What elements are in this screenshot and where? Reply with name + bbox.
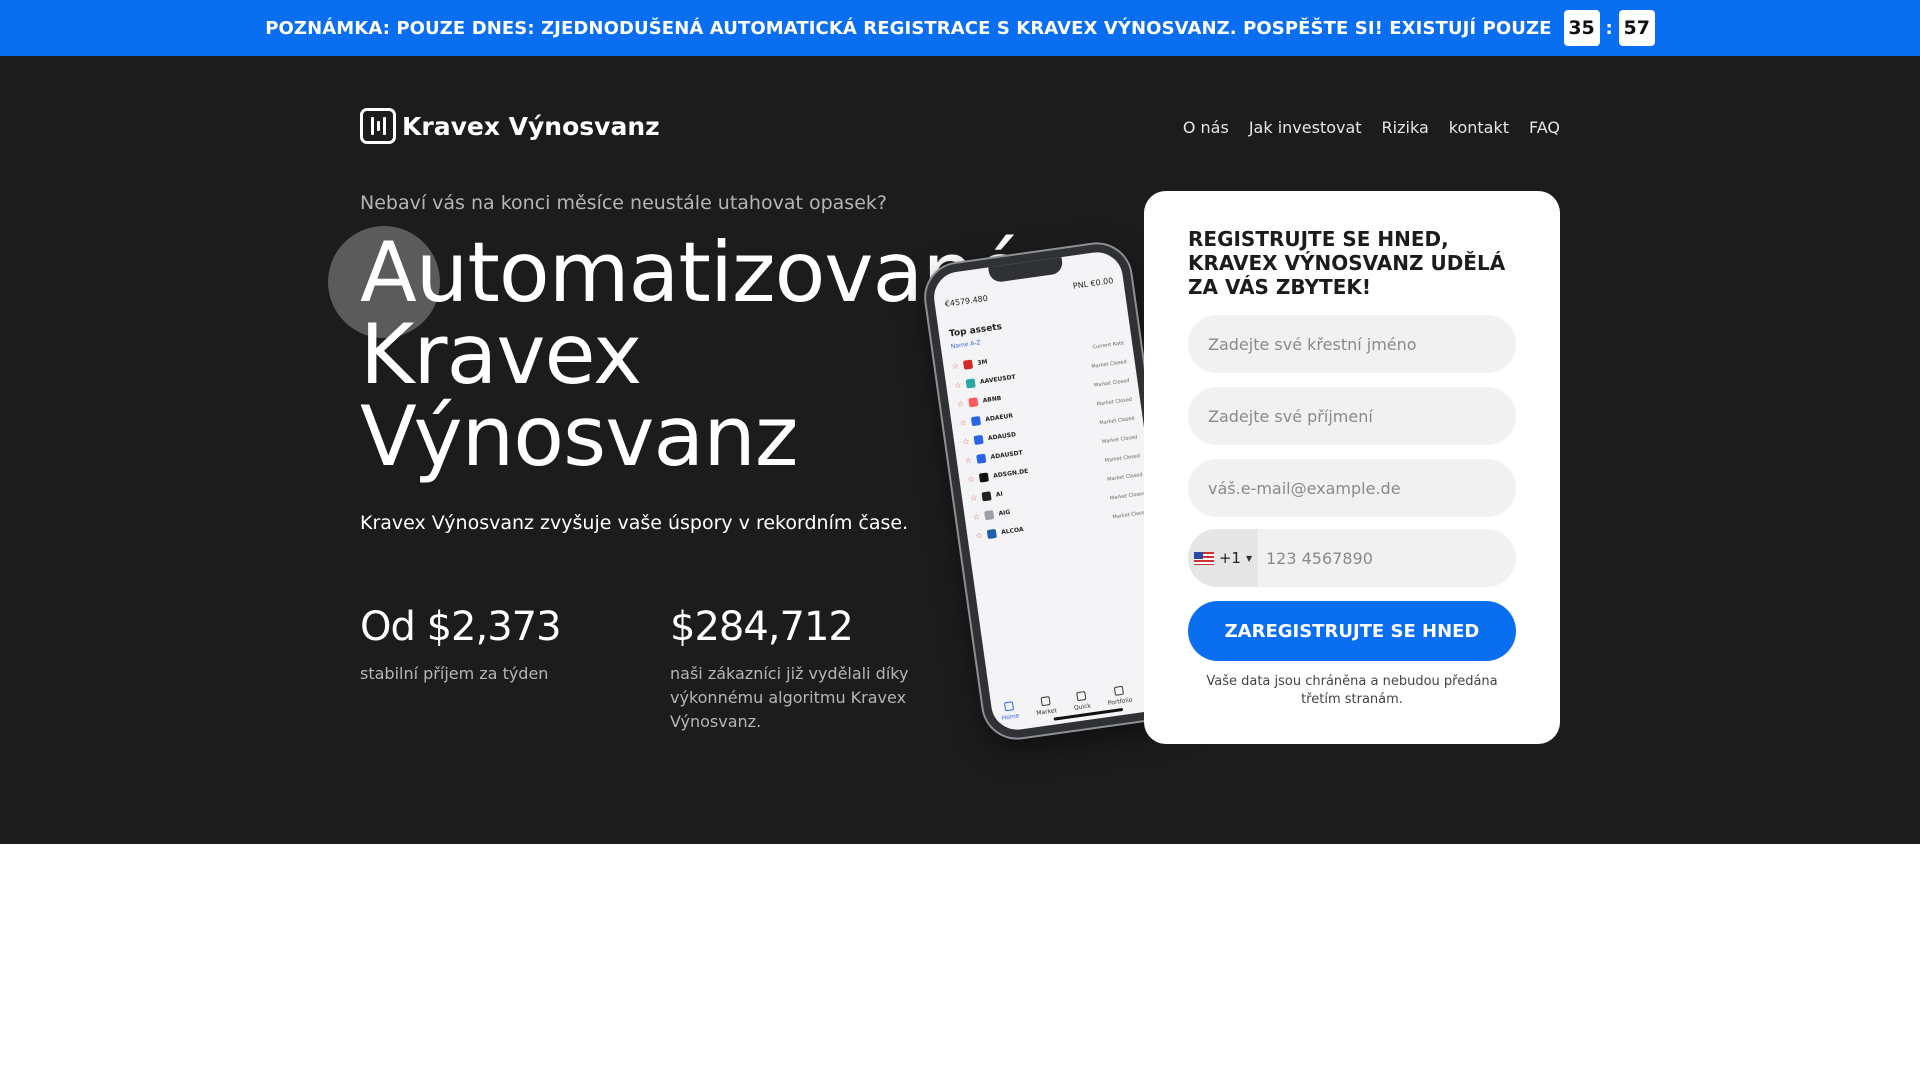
main-nav: O nás Jak investovat Rizika kontakt FAQ <box>1183 118 1560 137</box>
tab-label: Market <box>1035 707 1058 717</box>
tab-label: Home <box>1001 712 1020 722</box>
first-name-field[interactable] <box>1188 315 1516 373</box>
asset-status: Market Closed <box>1096 396 1133 408</box>
asset-logo-icon <box>968 397 979 408</box>
timer-minutes: 35 <box>1563 10 1600 46</box>
phone-balance: €4579.480 <box>944 293 989 309</box>
asset-status: Market Closed <box>1109 490 1146 502</box>
stat-label: stabilní příjem za týden <box>360 664 549 683</box>
nav-link-contact[interactable]: kontakt <box>1449 118 1509 137</box>
last-name-field[interactable] <box>1188 387 1516 445</box>
asset-logo-icon <box>965 378 976 389</box>
tab-label: Quick <box>1073 702 1092 712</box>
form-title: REGISTRUJTE SE HNED, KRAVEX VÝNOSVANZ UD… <box>1188 227 1506 299</box>
asset-logo-icon <box>976 453 987 464</box>
phone-number-field: +1 ▼ <box>1188 529 1516 587</box>
stat-customers-earned: $284,712 naši zákazníci již vydělali dík… <box>670 604 930 734</box>
asset-status: Market Closed <box>1093 377 1130 389</box>
hero-section: Kravex Výnosvanz O nás Jak investovat Ri… <box>0 56 1920 844</box>
asset-logo-icon <box>981 491 992 502</box>
country-code-select[interactable]: +1 ▼ <box>1188 529 1258 587</box>
phone-tab: Portfolio <box>1106 685 1133 707</box>
asset-status: Current Rate <box>1092 339 1125 351</box>
asset-status: Market Closed <box>1101 433 1138 445</box>
timer-seconds: 57 <box>1618 10 1655 46</box>
asset-logo-icon <box>986 528 997 540</box>
nav-link-how-to-invest[interactable]: Jak investovat <box>1249 118 1362 137</box>
asset-status: Market Closed <box>1104 452 1141 464</box>
asset-logo-icon <box>973 434 984 445</box>
promo-banner: POZNÁMKA: POUZE DNES: ZJEDNODUŠENÁ AUTOM… <box>0 0 1920 56</box>
privacy-note: Vaše data jsou chráněna a nebudou předán… <box>1206 674 1498 707</box>
phone-asset-list: ☆ 3M Current Rate ☆ AAVEUSDT Market Closed ☆ AB… <box>950 333 1149 545</box>
timer-separator: : <box>1605 17 1613 39</box>
phone-list-title: Top assets <box>948 322 1003 340</box>
asset-logo-icon <box>962 359 974 370</box>
us-flag-icon <box>1193 551 1214 565</box>
chevron-down-icon: ▼ <box>1245 553 1253 563</box>
tab-icon <box>1113 685 1124 696</box>
banner-text: POZNÁMKA: POUZE DNES: ZJEDNODUŠENÁ AUTOM… <box>265 17 1552 39</box>
stat-weekly-income: Od $2,373 stabilní příjem za týden <box>360 604 620 686</box>
registration-form: REGISTRUJTE SE HNED, KRAVEX VÝNOSVANZ UD… <box>1144 191 1560 744</box>
tab-label: Portfolio <box>1107 696 1133 707</box>
hero-subhead: Kravex Výnosvanz zvyšuje vaše úspory v r… <box>360 512 909 534</box>
phone-tab: Quick <box>1072 691 1091 712</box>
asset-status: Market Closed <box>1106 471 1143 483</box>
tab-icon <box>1003 701 1015 712</box>
nav-link-faq[interactable]: FAQ <box>1529 118 1560 137</box>
email-field[interactable] <box>1188 459 1516 517</box>
phone-notch <box>987 255 1064 284</box>
phone-tab: Market <box>1034 695 1057 717</box>
stat-label: naši zákazníci již vydělali díky výkonné… <box>670 664 909 731</box>
logo-icon <box>360 108 396 144</box>
phone-input[interactable] <box>1258 529 1516 587</box>
nav-link-risks[interactable]: Rizika <box>1382 118 1429 137</box>
phone-balance-bar: €4579.480 PNL €0.00 <box>944 276 1114 309</box>
tab-icon <box>1075 691 1086 702</box>
asset-logo-icon <box>978 472 989 483</box>
hero-kicker: Nebaví vás na konci měsíce neustále utah… <box>360 192 887 214</box>
site-logo[interactable]: Kravex Výnosvanz <box>360 108 660 144</box>
phone-sort-label: Name A-Z <box>950 339 981 351</box>
phone-pnl: PNL €0.00 <box>1072 276 1114 291</box>
countdown-timer: 35 : 57 <box>1563 10 1655 46</box>
tab-icon <box>1040 696 1051 707</box>
asset-logo-icon <box>984 510 995 521</box>
asset-status: Market Closed <box>1091 358 1128 370</box>
asset-status: Market Closed <box>1112 509 1149 520</box>
phone-tab: Home <box>1000 701 1020 722</box>
logo-text: Kravex Výnosvanz <box>402 111 660 141</box>
register-button[interactable]: ZAREGISTRUJTE SE HNED <box>1188 601 1516 661</box>
nav-link-about[interactable]: O nás <box>1183 118 1229 137</box>
asset-logo-icon <box>970 416 982 427</box>
asset-status: Market Closed <box>1098 415 1136 426</box>
country-code: +1 <box>1218 549 1241 567</box>
stat-value: $284,712 <box>670 604 854 650</box>
stat-value: Od $2,373 <box>360 604 562 650</box>
